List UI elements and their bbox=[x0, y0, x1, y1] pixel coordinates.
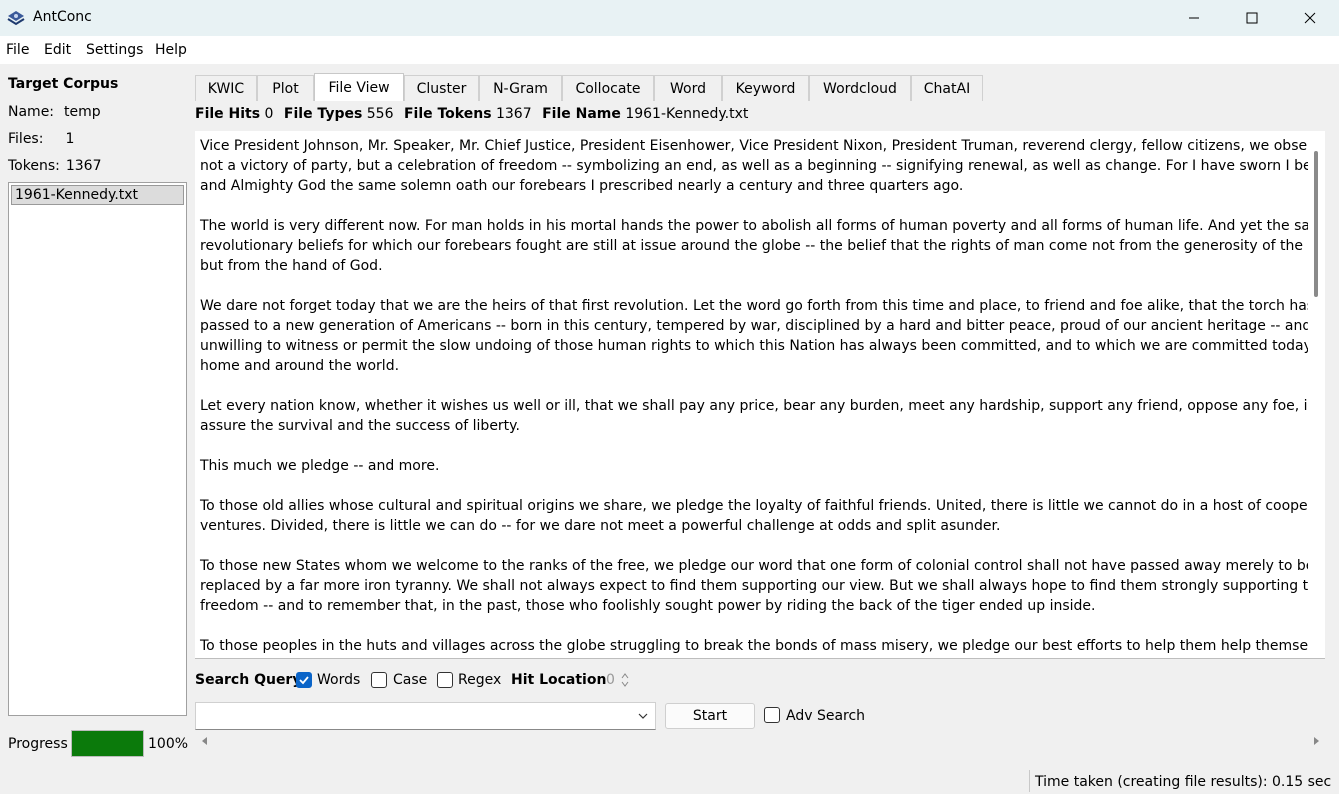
tab-n-gram[interactable]: N-Gram bbox=[479, 75, 562, 101]
progress-label: Progress bbox=[8, 736, 68, 752]
file-types-value: 556 bbox=[366, 106, 394, 122]
status-bar: Time taken (creating file results): 0.15… bbox=[0, 768, 1339, 794]
search-query-input[interactable] bbox=[195, 702, 656, 730]
tab-wordcloud[interactable]: Wordcloud bbox=[809, 75, 911, 101]
words-label: Words bbox=[317, 672, 361, 688]
corpus-name-label: Name: bbox=[8, 104, 55, 120]
panel-divider bbox=[195, 658, 1325, 659]
target-corpus-title: Target Corpus bbox=[8, 76, 119, 92]
regex-checkbox[interactable] bbox=[437, 672, 453, 688]
status-separator bbox=[1029, 770, 1030, 792]
file-hits-value: 0 bbox=[264, 106, 274, 122]
text-line: Let every nation know, whether it wishes… bbox=[200, 398, 1325, 414]
case-checkbox[interactable] bbox=[371, 672, 387, 688]
adv-search-checkbox[interactable] bbox=[764, 707, 780, 723]
text-line: ventures. Divided, there is little we ca… bbox=[200, 518, 1001, 534]
text-line: To those old allies whose cultural and s… bbox=[200, 498, 1325, 514]
maximize-icon bbox=[1246, 12, 1258, 24]
hit-location-label: Hit Location bbox=[511, 672, 607, 688]
text-line: This much we pledge -- and more. bbox=[200, 458, 440, 474]
checkmark-icon bbox=[299, 676, 309, 685]
window-title: AntConc bbox=[33, 9, 92, 25]
file-stats: File Hits 0 File Types 556 File Tokens 1… bbox=[195, 106, 754, 122]
corpus-panel: Target Corpus Name: temp Files: 1 Tokens: 1… bbox=[0, 64, 195, 764]
minimize-icon bbox=[1189, 17, 1199, 19]
text-line: To those peoples in the huts and village… bbox=[200, 638, 1325, 654]
search-query-label: Search Query bbox=[195, 672, 302, 688]
chevron-down-icon[interactable] bbox=[637, 710, 649, 722]
menu-help[interactable]: Help bbox=[155, 42, 187, 58]
text-line: replaced by a far more iron tyranny. We … bbox=[200, 578, 1325, 594]
file-name-value: 1961-Kennedy.txt bbox=[625, 106, 749, 122]
file-list-item[interactable]: 1961-Kennedy.txt bbox=[11, 185, 184, 205]
corpus-name-row: Name: temp bbox=[8, 104, 101, 120]
close-button[interactable] bbox=[1287, 0, 1333, 36]
hit-location-value[interactable]: 0 bbox=[606, 672, 615, 688]
horizontal-scrollbar[interactable] bbox=[195, 734, 1325, 750]
adv-search-label: Adv Search bbox=[786, 708, 866, 724]
file-tokens-label: File Tokens bbox=[403, 106, 492, 122]
corpus-tokens-label: Tokens: bbox=[8, 158, 60, 174]
text-line: To those new States whom we welcome to t… bbox=[200, 558, 1315, 574]
text-line: passed to a new generation of Americans … bbox=[200, 318, 1312, 334]
text-line: but from the hand of God. bbox=[200, 258, 383, 274]
corpus-tokens-row: Tokens: 1367 bbox=[8, 158, 101, 174]
text-line: We dare not forget today that we are the… bbox=[200, 298, 1325, 314]
text-line: Vice President Johnson, Mr. Speaker, Mr.… bbox=[200, 138, 1325, 154]
text-line: freedom -- and to remember that, in the … bbox=[200, 598, 1096, 614]
menu-file[interactable]: File bbox=[6, 42, 29, 58]
menu-bar: File Edit Settings Help bbox=[0, 36, 1339, 64]
scroll-right-icon[interactable] bbox=[1311, 736, 1321, 746]
tab-chatai[interactable]: ChatAI bbox=[911, 75, 983, 101]
text-line: unwilling to witness or permit the slow … bbox=[200, 338, 1325, 354]
minimize-button[interactable] bbox=[1171, 0, 1217, 36]
vertical-scrollbar[interactable] bbox=[1308, 131, 1325, 658]
text-line: assure the survival and the success of l… bbox=[200, 418, 520, 434]
text-line: and Almighty God the same solemn oath ou… bbox=[200, 178, 964, 194]
corpus-name-value: temp bbox=[64, 104, 101, 120]
corpus-file-list[interactable]: 1961-Kennedy.txt bbox=[8, 182, 187, 716]
file-text-view[interactable]: Vice President Johnson, Mr. Speaker, Mr.… bbox=[195, 131, 1325, 658]
tab-collocate[interactable]: Collocate bbox=[562, 75, 654, 101]
corpus-tokens-value: 1367 bbox=[65, 158, 102, 174]
menu-settings[interactable]: Settings bbox=[86, 42, 143, 58]
file-name-label: File Name bbox=[542, 106, 621, 122]
hit-location-spinner-icon[interactable] bbox=[620, 670, 630, 690]
menu-edit[interactable]: Edit bbox=[44, 42, 71, 58]
text-line: not a victory of party, but a celebratio… bbox=[200, 158, 1325, 174]
file-tokens-value: 1367 bbox=[495, 106, 532, 122]
antconc-logo-icon bbox=[7, 11, 25, 26]
text-line: revolutionary beliefs for which our fore… bbox=[200, 238, 1325, 254]
file-hits-label: File Hits bbox=[195, 106, 261, 122]
tab-cluster[interactable]: Cluster bbox=[404, 75, 479, 101]
status-time-taken: Time taken (creating file results): 0.15… bbox=[1035, 774, 1332, 790]
text-line: The world is very different now. For man… bbox=[200, 218, 1325, 234]
title-bar: AntConc bbox=[0, 0, 1339, 36]
corpus-files-value: 1 bbox=[65, 131, 75, 147]
tab-word[interactable]: Word bbox=[654, 75, 722, 101]
tab-keyword[interactable]: Keyword bbox=[722, 75, 809, 101]
progress-bar bbox=[71, 730, 144, 757]
words-checkbox[interactable] bbox=[296, 672, 312, 688]
start-button[interactable]: Start bbox=[665, 703, 755, 729]
maximize-button[interactable] bbox=[1229, 0, 1275, 36]
progress-fill bbox=[72, 731, 143, 756]
corpus-files-row: Files: 1 bbox=[8, 131, 74, 147]
vertical-scrollbar-thumb[interactable] bbox=[1314, 151, 1318, 297]
corpus-files-label: Files: bbox=[8, 131, 44, 147]
case-label: Case bbox=[393, 672, 428, 688]
close-icon bbox=[1304, 12, 1316, 24]
text-line: home and around the world. bbox=[200, 358, 400, 374]
tab-file-view[interactable]: File View bbox=[314, 73, 404, 101]
tab-plot[interactable]: Plot bbox=[257, 75, 314, 101]
scroll-left-icon[interactable] bbox=[200, 736, 210, 746]
file-types-label: File Types bbox=[283, 106, 363, 122]
progress-percent: 100% bbox=[148, 736, 189, 752]
regex-label: Regex bbox=[458, 672, 502, 688]
tab-kwic[interactable]: KWIC bbox=[195, 75, 257, 101]
